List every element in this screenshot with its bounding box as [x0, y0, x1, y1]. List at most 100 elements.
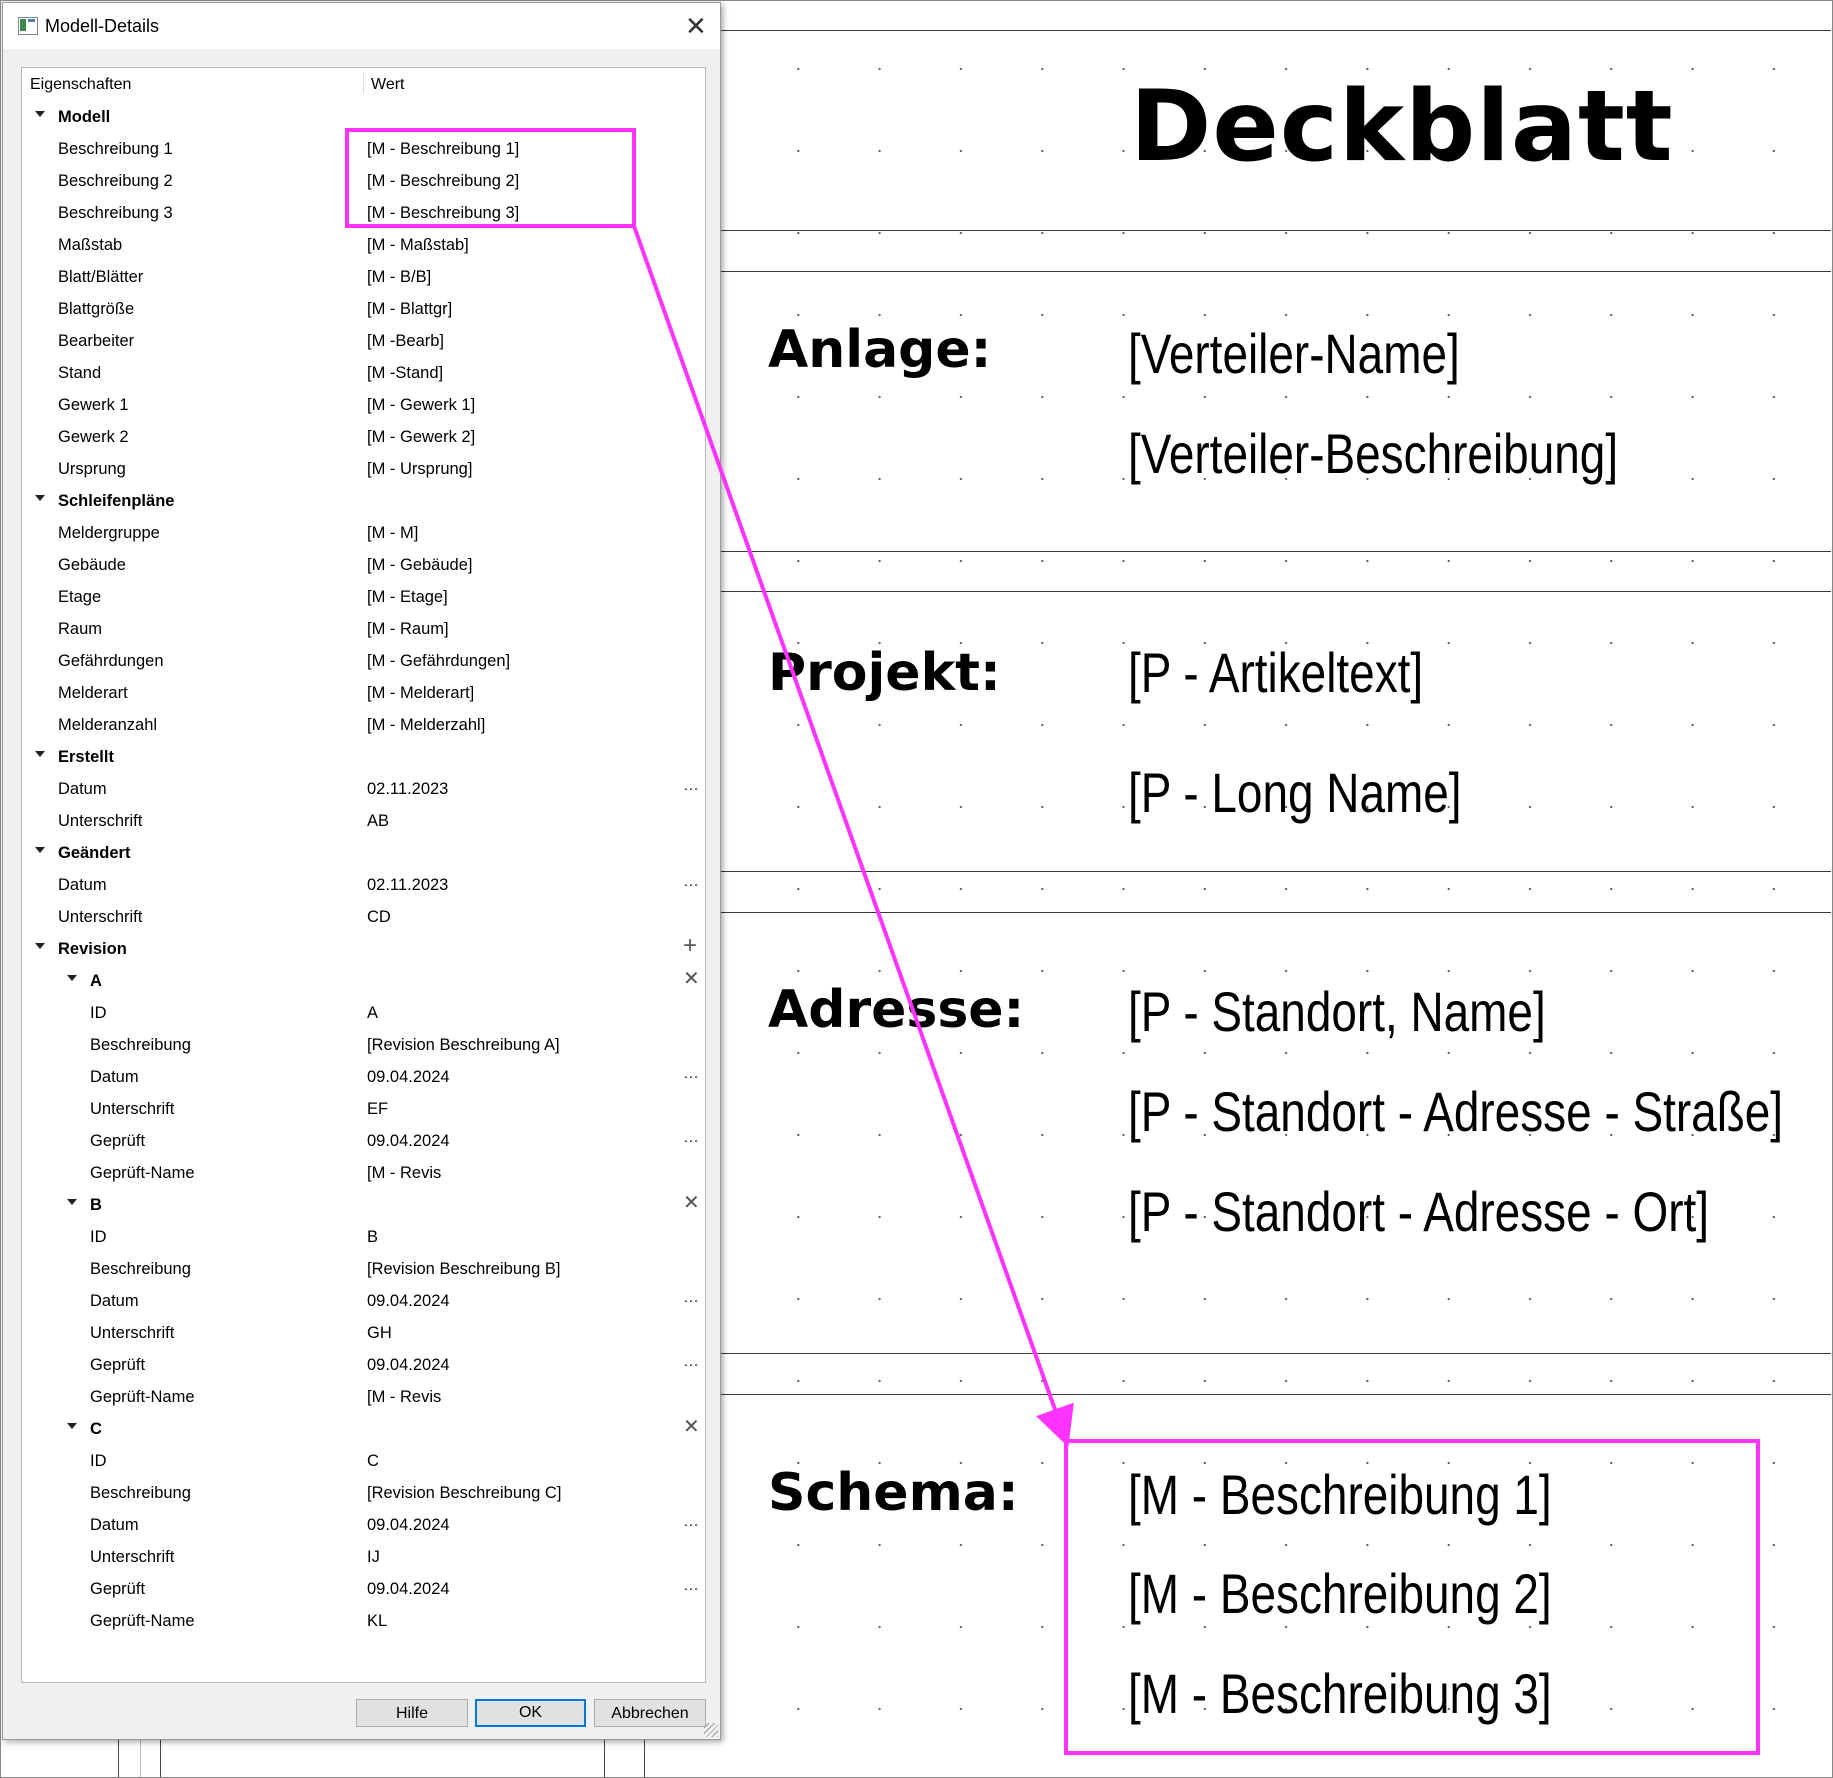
- property-row[interactable]: Unterschrift EF: [22, 1093, 705, 1125]
- property-row[interactable]: Unterschrift AB: [22, 805, 705, 837]
- category-row[interactable]: Modell: [22, 101, 705, 133]
- category-row[interactable]: C ✕: [22, 1413, 705, 1445]
- schema-value-2[interactable]: [M - Beschreibung 2]: [1128, 1566, 1552, 1622]
- collapse-arrow-icon[interactable]: [67, 975, 77, 981]
- property-value[interactable]: AB: [367, 812, 389, 831]
- property-value[interactable]: 09.04.2024: [367, 1292, 450, 1311]
- category-row[interactable]: Revision +: [22, 933, 705, 965]
- property-row[interactable]: Gefährdungen [M - Gefährdungen]: [22, 645, 705, 677]
- cancel-button[interactable]: Abbrechen: [594, 1699, 706, 1727]
- close-icon[interactable]: ✕: [685, 13, 707, 39]
- property-value[interactable]: [M - Blattgr]: [367, 300, 452, 319]
- collapse-arrow-icon[interactable]: [35, 111, 45, 117]
- property-value[interactable]: 09.04.2024: [367, 1356, 450, 1375]
- property-value[interactable]: [M -Stand]: [367, 364, 443, 383]
- property-row[interactable]: ID C: [22, 1445, 705, 1477]
- column-header-value[interactable]: Wert: [371, 76, 404, 94]
- anlage-value-1[interactable]: [Verteiler-Name]: [1128, 326, 1460, 382]
- property-row[interactable]: Datum 02.11.2023…: [22, 869, 705, 901]
- property-value[interactable]: [M - Revis: [367, 1164, 441, 1183]
- category-row[interactable]: B ✕: [22, 1189, 705, 1221]
- property-value[interactable]: CD: [367, 908, 391, 927]
- property-row[interactable]: Gebäude [M - Gebäude]: [22, 549, 705, 581]
- property-value[interactable]: IJ: [367, 1548, 380, 1567]
- property-row[interactable]: Geprüft-Name [M - Revis: [22, 1381, 705, 1413]
- property-row[interactable]: Blatt/Blätter [M - B/B]: [22, 261, 705, 293]
- property-row[interactable]: Raum [M - Raum]: [22, 613, 705, 645]
- adresse-value-3[interactable]: [P - Standort - Adresse - Ort]: [1128, 1184, 1709, 1240]
- property-grid[interactable]: Eigenschaften Wert Modell Beschreibung 1 […: [21, 67, 706, 1683]
- collapse-arrow-icon[interactable]: [35, 495, 45, 501]
- property-row[interactable]: Melderanzahl [M - Melderzahl]: [22, 709, 705, 741]
- property-row[interactable]: Etage [M - Etage]: [22, 581, 705, 613]
- property-row[interactable]: Datum 02.11.2023…: [22, 773, 705, 805]
- property-value[interactable]: EF: [367, 1100, 388, 1119]
- remove-icon[interactable]: ✕: [683, 1193, 700, 1213]
- property-value[interactable]: [M - Gewerk 1]: [367, 396, 475, 415]
- ellipsis-icon[interactable]: …: [683, 1513, 699, 1531]
- property-value[interactable]: [Revision Beschreibung B]: [367, 1260, 561, 1279]
- property-value[interactable]: [M - B/B]: [367, 268, 431, 287]
- ellipsis-icon[interactable]: …: [683, 777, 699, 795]
- property-value[interactable]: [M - Raum]: [367, 620, 449, 639]
- property-value[interactable]: [M - Etage]: [367, 588, 448, 607]
- ok-button[interactable]: OK: [475, 1699, 586, 1727]
- column-header-property[interactable]: Eigenschaften: [30, 76, 131, 94]
- property-row[interactable]: Geprüft-Name KL: [22, 1605, 705, 1637]
- property-row[interactable]: Beschreibung 2 [M - Beschreibung 2]: [22, 165, 705, 197]
- property-row[interactable]: Beschreibung [Revision Beschreibung A]: [22, 1029, 705, 1061]
- category-row[interactable]: A ✕: [22, 965, 705, 997]
- property-row[interactable]: Gewerk 1 [M - Gewerk 1]: [22, 389, 705, 421]
- ellipsis-icon[interactable]: …: [683, 1129, 699, 1147]
- property-value[interactable]: 09.04.2024: [367, 1580, 450, 1599]
- property-row[interactable]: Maßstab [M - Maßstab]: [22, 229, 705, 261]
- collapse-arrow-icon[interactable]: [35, 847, 45, 853]
- property-value[interactable]: [M - M]: [367, 524, 418, 543]
- property-value[interactable]: 02.11.2023: [367, 876, 448, 895]
- property-value[interactable]: B: [367, 1228, 378, 1247]
- property-row[interactable]: Melderart [M - Melderart]: [22, 677, 705, 709]
- category-row[interactable]: Schleifenpläne: [22, 485, 705, 517]
- property-value[interactable]: 09.04.2024: [367, 1516, 450, 1535]
- property-row[interactable]: Unterschrift CD: [22, 901, 705, 933]
- dialog-titlebar[interactable]: Modell-Details ✕: [3, 3, 720, 49]
- anlage-value-2[interactable]: [Verteiler-Beschreibung]: [1128, 426, 1618, 482]
- property-row[interactable]: Geprüft 09.04.2024…: [22, 1573, 705, 1605]
- property-value[interactable]: [Revision Beschreibung C]: [367, 1484, 561, 1503]
- property-row[interactable]: Geprüft 09.04.2024…: [22, 1349, 705, 1381]
- ellipsis-icon[interactable]: …: [683, 873, 699, 891]
- collapse-arrow-icon[interactable]: [67, 1199, 77, 1205]
- adresse-value-2[interactable]: [P - Standort - Adresse - Straße]: [1128, 1084, 1783, 1140]
- projekt-value-1[interactable]: [P - Artikeltext]: [1128, 645, 1423, 701]
- ellipsis-icon[interactable]: …: [683, 1065, 699, 1083]
- property-value[interactable]: [M - Beschreibung 3]: [367, 204, 519, 223]
- projekt-value-2[interactable]: [P - Long Name]: [1128, 765, 1462, 821]
- adresse-value-1[interactable]: [P - Standort, Name]: [1128, 984, 1546, 1040]
- ellipsis-icon[interactable]: …: [683, 1577, 699, 1595]
- help-button[interactable]: Hilfe: [356, 1699, 468, 1727]
- property-row[interactable]: Datum 09.04.2024…: [22, 1061, 705, 1093]
- add-icon[interactable]: +: [683, 934, 697, 958]
- property-row[interactable]: ID A: [22, 997, 705, 1029]
- property-value[interactable]: [M - Gefährdungen]: [367, 652, 510, 671]
- property-value[interactable]: 09.04.2024: [367, 1132, 450, 1151]
- collapse-arrow-icon[interactable]: [35, 943, 45, 949]
- property-value[interactable]: [M - Maßstab]: [367, 236, 469, 255]
- property-row[interactable]: Datum 09.04.2024…: [22, 1285, 705, 1317]
- property-row[interactable]: Ursprung [M - Ursprung]: [22, 453, 705, 485]
- property-value[interactable]: [M - Melderart]: [367, 684, 474, 703]
- property-value[interactable]: [M - Melderzahl]: [367, 716, 485, 735]
- property-value[interactable]: [M - Revis: [367, 1388, 441, 1407]
- property-value[interactable]: [Revision Beschreibung A]: [367, 1036, 560, 1055]
- remove-icon[interactable]: ✕: [683, 1417, 700, 1437]
- property-value[interactable]: [M - Beschreibung 1]: [367, 140, 519, 159]
- property-value[interactable]: [M - Gewerk 2]: [367, 428, 475, 447]
- property-row[interactable]: Beschreibung 3 [M - Beschreibung 3]: [22, 197, 705, 229]
- property-row[interactable]: ID B: [22, 1221, 705, 1253]
- ellipsis-icon[interactable]: …: [683, 1289, 699, 1307]
- property-row[interactable]: Unterschrift IJ: [22, 1541, 705, 1573]
- property-row[interactable]: Unterschrift GH: [22, 1317, 705, 1349]
- property-row[interactable]: Geprüft 09.04.2024…: [22, 1125, 705, 1157]
- property-row[interactable]: Stand [M -Stand]: [22, 357, 705, 389]
- collapse-arrow-icon[interactable]: [35, 751, 45, 757]
